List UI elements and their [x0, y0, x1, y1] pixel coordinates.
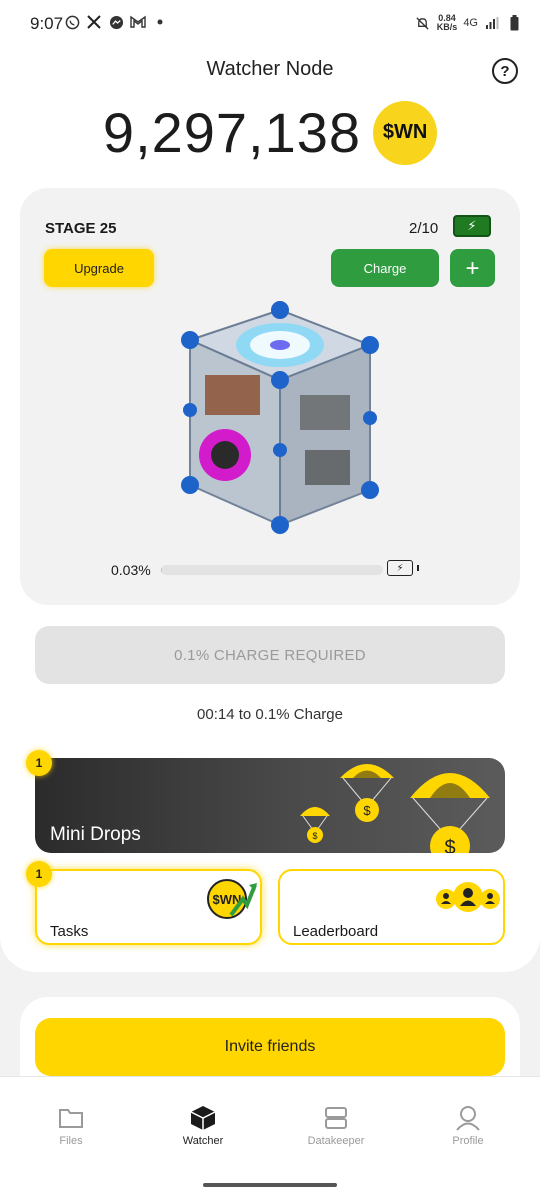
svg-text:$: $ [444, 837, 455, 853]
node-cube-image [160, 300, 380, 540]
parachute-coins-icon: $ $ $ [300, 764, 490, 853]
nav-label-profile: Profile [452, 1135, 484, 1147]
folder-icon [21, 1105, 121, 1131]
tasks-label: Tasks [50, 923, 89, 940]
battery-charge-icon: ⚡ [453, 215, 491, 237]
wn-coin-icon: $WN [373, 100, 438, 165]
status-right: 0.84 KB/s 4G [415, 14, 522, 32]
page-title: Watcher Node [206, 58, 334, 80]
home-indicator [203, 1183, 337, 1187]
leaderboard-users-icon [436, 882, 500, 912]
nav-item-datakeeper[interactable]: Datakeeper [286, 1105, 386, 1147]
battery-status-icon [506, 15, 522, 31]
charge-button[interactable]: Charge [331, 249, 439, 287]
network-type: 4G [463, 17, 478, 29]
net-speed-unit: KB/s [436, 22, 458, 32]
status-time: 9:07 [30, 14, 64, 33]
mini-drops-label: Mini Drops [50, 824, 141, 845]
svg-text:$: $ [363, 803, 371, 818]
nav-item-files[interactable]: Files [21, 1105, 121, 1147]
more-notifications-dot-icon [152, 14, 168, 30]
charge-count: 2/10 [409, 220, 439, 237]
nav-label-files: Files [59, 1135, 83, 1147]
notification-icons [64, 14, 168, 30]
nav-item-profile[interactable]: Profile [418, 1105, 518, 1147]
charge-required-button[interactable]: 0.1% CHARGE REQUIRED [35, 626, 505, 684]
balance-row: 9,297,138 $WN [0, 100, 540, 165]
progress-percent: 0.03% [111, 562, 151, 578]
nav-item-watcher[interactable]: Watcher [153, 1105, 253, 1147]
help-button[interactable]: ? [492, 58, 518, 84]
profile-icon [418, 1105, 518, 1131]
nav-label-watcher: Watcher [182, 1135, 224, 1147]
invite-friends-button[interactable]: Invite friends [35, 1018, 505, 1076]
charge-progress-fill [161, 565, 163, 575]
stage-label: STAGE 25 [45, 220, 117, 237]
x-icon [86, 14, 102, 30]
battery-low-icon-cap [417, 565, 419, 571]
tasks-tile[interactable]: $WN Tasks [35, 869, 262, 945]
status-bar: 9:07 0.84 KB/s 4G [0, 0, 540, 50]
leaderboard-tile[interactable]: Leaderboard [278, 869, 505, 945]
battery-low-icon: ⚡ [387, 560, 413, 576]
mute-icon [415, 15, 431, 31]
mini-drops-badge: 1 [26, 750, 52, 776]
net-speed: 0.84 KB/s [437, 14, 458, 32]
mini-drops-card[interactable]: $ $ $ Mini Drops [35, 758, 505, 853]
node-card: STAGE 25 2/10 ⚡ Upgrade Charge + 0.03% ⚡ [20, 188, 520, 605]
server-icon [286, 1105, 386, 1131]
nav-label-datakeeper: Datakeeper [307, 1135, 365, 1147]
gmail-icon [130, 14, 146, 30]
balance-amount: 9,297,138 [102, 101, 362, 164]
whatsapp-icon [64, 14, 80, 30]
charge-progress-bar [161, 565, 383, 575]
svg-text:$: $ [312, 831, 317, 841]
trend-up-icon [229, 883, 257, 917]
charge-timer: 00:14 to 0.1% Charge [197, 706, 343, 723]
leaderboard-label: Leaderboard [293, 923, 379, 940]
upgrade-button[interactable]: Upgrade [44, 249, 154, 287]
signal-icon [484, 15, 500, 31]
add-charge-button[interactable]: + [450, 249, 495, 287]
cube-icon [153, 1105, 253, 1131]
tasks-badge: 1 [26, 861, 52, 887]
messenger-icon [108, 14, 124, 30]
